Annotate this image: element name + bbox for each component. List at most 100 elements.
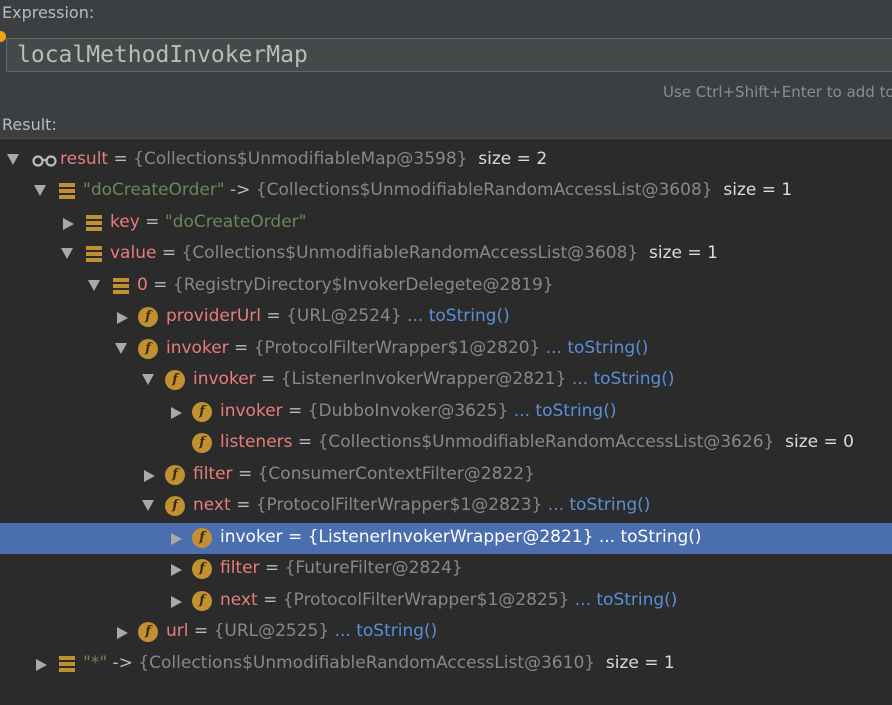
to-string-link[interactable]: ... toString() bbox=[402, 306, 510, 326]
tree-row[interactable]: f invoker = {DubboInvoker@3625} ... toStr… bbox=[0, 397, 892, 428]
operator: = bbox=[156, 243, 182, 263]
tree-row-text: value = {Collections$UnmodifiableRandomA… bbox=[110, 243, 718, 263]
tree-row[interactable]: f invoker = {ListenerInvokerWrapper@2821}… bbox=[0, 365, 892, 396]
tree-row-text: key = "doCreateOrder" bbox=[110, 212, 306, 232]
collapsed-arrow-icon[interactable] bbox=[36, 659, 47, 671]
operator: -> bbox=[107, 653, 139, 673]
tree-row[interactable]: f providerUrl = {URL@2524} ... toString() bbox=[0, 302, 892, 333]
tree-row-text: 0 = {RegistryDirectory$InvokerDelegete@2… bbox=[137, 275, 554, 295]
variable-value: {Collections$UnmodifiableRandomAccessLis… bbox=[181, 243, 639, 263]
field-icon: f bbox=[192, 402, 212, 422]
variable-name: url bbox=[166, 621, 189, 641]
operator: = bbox=[230, 495, 256, 515]
field-icon: f bbox=[138, 622, 158, 642]
list-entry-icon bbox=[86, 215, 102, 233]
tree-row-text: "*" -> {Collections$UnmodifiableRandomAc… bbox=[83, 653, 675, 673]
variable-name: "*" bbox=[83, 653, 108, 673]
to-string-link[interactable]: ... toString() bbox=[569, 590, 678, 610]
expanded-arrow-icon[interactable] bbox=[34, 185, 46, 196]
collapsed-arrow-icon[interactable] bbox=[144, 470, 155, 482]
collapsed-arrow-icon[interactable] bbox=[171, 596, 182, 608]
variable-value: {FutureFilter@2824} bbox=[284, 558, 463, 578]
tree-row[interactable]: result = {Collections$UnmodifiableMap@35… bbox=[0, 145, 892, 176]
variable-value: {ProtocolFilterWrapper$1@2820} bbox=[253, 338, 541, 358]
tree-row[interactable]: f invoker = {ProtocolFilterWrapper$1@2820… bbox=[0, 334, 892, 365]
operator: = bbox=[259, 558, 285, 578]
to-string-link[interactable]: ... toString() bbox=[540, 338, 649, 358]
expanded-arrow-icon[interactable] bbox=[142, 374, 154, 385]
operator: = bbox=[188, 621, 214, 641]
field-icon: f bbox=[165, 370, 185, 390]
tree-row-text: next = {ProtocolFilterWrapper$1@2823} ..… bbox=[193, 495, 650, 515]
variable-value: {Collections$UnmodifiableRandomAccessLis… bbox=[255, 180, 713, 200]
tree-row[interactable]: key = "doCreateOrder" bbox=[0, 208, 892, 239]
to-string-link[interactable]: ... toString() bbox=[542, 495, 651, 515]
variable-value: {URL@2524} bbox=[286, 306, 402, 326]
operator: = bbox=[255, 369, 281, 389]
to-string-link[interactable]: ... toString() bbox=[566, 369, 675, 389]
expression-hint: Use Ctrl+Shift+Enter to add to bbox=[663, 83, 892, 101]
variable-value: {Collections$UnmodifiableRandomAccessLis… bbox=[317, 432, 775, 452]
tree-row[interactable]: f listeners = {Collections$UnmodifiableRa… bbox=[0, 428, 892, 459]
variable-value: {ProtocolFilterWrapper$1@2825} bbox=[282, 590, 570, 610]
variable-name: 0 bbox=[137, 275, 148, 295]
tree-row[interactable]: f invoker = {ListenerInvokerWrapper@2821}… bbox=[0, 523, 892, 554]
expanded-arrow-icon[interactable] bbox=[88, 280, 100, 291]
variable-name: listeners bbox=[220, 432, 293, 452]
variable-value: {ProtocolFilterWrapper$1@2823} bbox=[255, 495, 543, 515]
collapsed-arrow-icon[interactable] bbox=[117, 627, 128, 639]
tree-row[interactable]: 0 = {RegistryDirectory$InvokerDelegete@2… bbox=[0, 271, 892, 302]
collapsed-arrow-icon[interactable] bbox=[63, 218, 74, 230]
expanded-arrow-icon[interactable] bbox=[142, 500, 154, 511]
list-entry-icon bbox=[113, 278, 129, 296]
tree-row[interactable]: f filter = {FutureFilter@2824} bbox=[0, 554, 892, 585]
field-icon: f bbox=[138, 307, 158, 327]
operator: = bbox=[108, 149, 134, 169]
tree-row-text: invoker = {ListenerInvokerWrapper@2821} … bbox=[220, 527, 702, 547]
expression-text[interactable]: localMethodInvokerMap bbox=[17, 42, 308, 68]
tree-row[interactable]: f filter = {ConsumerContextFilter@2822} bbox=[0, 460, 892, 491]
tree-row-text: filter = {FutureFilter@2824} bbox=[220, 558, 463, 578]
operator: = bbox=[228, 338, 254, 358]
tree-row[interactable]: f url = {URL@2525} ... toString() bbox=[0, 617, 892, 648]
variable-value: {ListenerInvokerWrapper@2821} bbox=[280, 369, 567, 389]
expression-input[interactable]: localMethodInvokerMap bbox=[6, 38, 892, 72]
tree-row[interactable]: "doCreateOrder" -> {Collections$Unmodifi… bbox=[0, 176, 892, 207]
expanded-arrow-icon[interactable] bbox=[61, 248, 73, 259]
variable-value: {Collections$UnmodifiableMap@3598} bbox=[133, 149, 468, 169]
operator: = bbox=[261, 306, 287, 326]
collapsed-arrow-icon[interactable] bbox=[171, 564, 182, 576]
tree-row-text: providerUrl = {URL@2524} ... toString() bbox=[166, 306, 510, 326]
expanded-arrow-icon[interactable] bbox=[7, 154, 19, 165]
variable-value: {ListenerInvokerWrapper@2821} bbox=[307, 527, 594, 547]
result-label: Result: bbox=[2, 115, 57, 134]
variable-name: key bbox=[110, 212, 140, 232]
to-string-link[interactable]: ... toString() bbox=[329, 621, 438, 641]
variable-name: providerUrl bbox=[166, 306, 261, 326]
variable-value: {ConsumerContextFilter@2822} bbox=[257, 464, 535, 484]
tree-row[interactable]: f next = {ProtocolFilterWrapper$1@2823} .… bbox=[0, 491, 892, 522]
expanded-arrow-icon[interactable] bbox=[115, 343, 127, 354]
to-string-link[interactable]: ... toString() bbox=[593, 527, 702, 547]
to-string-link[interactable]: ... toString() bbox=[508, 401, 617, 421]
tree-row-text: next = {ProtocolFilterWrapper$1@2825} ..… bbox=[220, 590, 677, 610]
tree-row[interactable]: "*" -> {Collections$UnmodifiableRandomAc… bbox=[0, 649, 892, 680]
field-icon: f bbox=[138, 339, 158, 359]
collapsed-arrow-icon[interactable] bbox=[171, 533, 182, 545]
list-entry-icon bbox=[59, 656, 75, 674]
variable-name: next bbox=[193, 495, 231, 515]
variable-name: invoker bbox=[193, 369, 256, 389]
tree-row-text: listeners = {Collections$UnmodifiableRan… bbox=[220, 432, 854, 452]
result-tree[interactable]: result = {Collections$UnmodifiableMap@35… bbox=[0, 138, 892, 705]
variable-name: "doCreateOrder" bbox=[83, 180, 225, 200]
collapsed-arrow-icon[interactable] bbox=[117, 312, 128, 324]
operator: = bbox=[147, 275, 173, 295]
operator: = bbox=[282, 401, 308, 421]
expression-label: Expression: bbox=[2, 3, 95, 22]
tree-row[interactable]: f next = {ProtocolFilterWrapper$1@2825} .… bbox=[0, 586, 892, 617]
tree-row[interactable]: value = {Collections$UnmodifiableRandomA… bbox=[0, 239, 892, 270]
field-icon: f bbox=[165, 496, 185, 516]
collapsed-arrow-icon[interactable] bbox=[171, 407, 182, 419]
variable-value: {URL@2525} bbox=[213, 621, 330, 641]
variable-name: filter bbox=[220, 558, 260, 578]
